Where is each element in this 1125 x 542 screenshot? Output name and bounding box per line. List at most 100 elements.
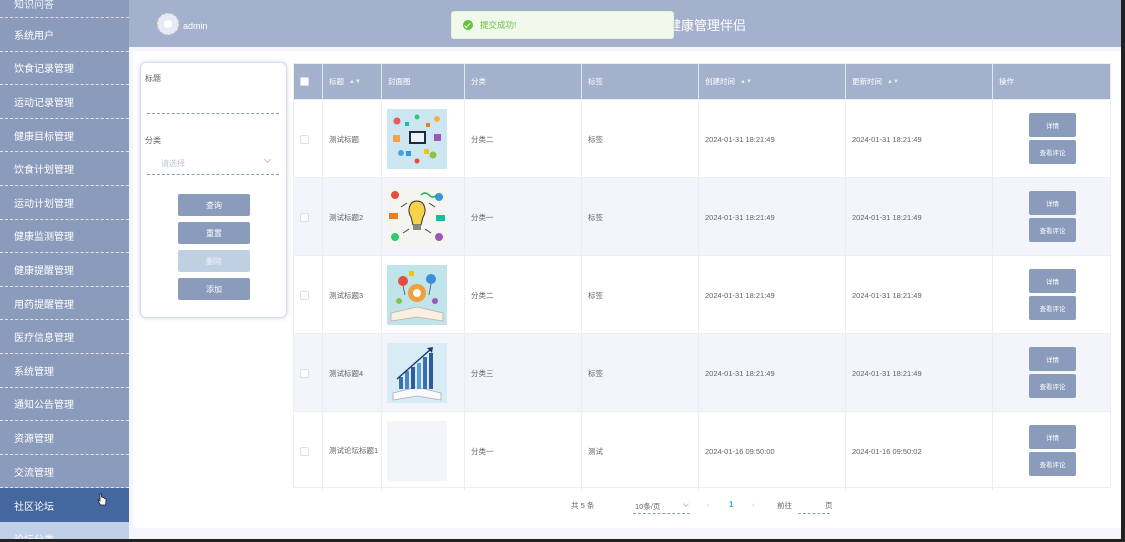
cover-image[interactable] xyxy=(387,343,447,403)
sidebar-item-health-monitoring[interactable]: 健康监测管理 xyxy=(0,220,129,254)
cell-actions xyxy=(993,100,1110,178)
cell-cover xyxy=(382,256,465,334)
cell-created: 2024-01-31 18:21:49 xyxy=(699,256,846,334)
header-select-all[interactable] xyxy=(294,64,323,99)
row-checkbox[interactable] xyxy=(300,290,309,300)
avatar[interactable] xyxy=(157,13,179,35)
sort-icon[interactable]: ▲▼ xyxy=(740,79,752,85)
cell-tag: 标签 xyxy=(582,256,699,334)
detail-button[interactable]: 详情 xyxy=(1029,269,1076,293)
table-row: 测试标题4 分类三 标签 2024-01-31 18:21:49 2024-01… xyxy=(294,333,1110,412)
cover-image[interactable] xyxy=(387,187,447,247)
page-size-select[interactable]: 10条/页 xyxy=(633,497,690,514)
view-comments-button[interactable]: 查看评论 xyxy=(1029,140,1076,164)
reset-button[interactable]: 重置 xyxy=(178,222,250,244)
table-row: 测试标题3 分类二 标签 2024-01-31 18:21:49 2024-01… xyxy=(294,255,1110,334)
cell-title: 测试标题4 xyxy=(323,334,382,412)
row-checkbox[interactable] xyxy=(300,212,309,222)
detail-button[interactable]: 详情 xyxy=(1029,191,1076,215)
category-select[interactable] xyxy=(147,174,279,175)
cell-tag: 标签 xyxy=(582,100,699,178)
sidebar-item-exercise-plans[interactable]: 运动计划管理 xyxy=(0,186,129,220)
sidebar-item-community-forum[interactable]: 社区论坛 xyxy=(0,488,129,522)
sidebar-item-resources[interactable]: 资源管理 xyxy=(0,421,129,455)
row-checkbox[interactable] xyxy=(300,368,309,378)
username[interactable]: admin xyxy=(183,21,208,31)
cell-cover xyxy=(382,412,465,490)
sidebar-item-exercise-records[interactable]: 运动记录管理 xyxy=(0,85,129,119)
sidebar-item-partial[interactable]: 知识问答 xyxy=(0,0,129,18)
cell-tag: 测试 xyxy=(582,412,699,490)
hand-cursor-icon xyxy=(97,493,107,506)
sidebar-menu: 知识问答 系统用户 饮食记录管理 运动记录管理 健康目标管理 饮食计划管理 运动… xyxy=(0,0,129,542)
header-created[interactable]: 创建时间 ▲▼ xyxy=(699,64,846,99)
row-checkbox[interactable] xyxy=(300,446,309,456)
system-title: 健康管理伴侣 xyxy=(668,18,747,33)
view-comments-button[interactable]: 查看评论 xyxy=(1029,374,1076,398)
chevron-down-icon xyxy=(263,155,272,164)
toast-message: 提交成功! xyxy=(480,20,517,30)
view-comments-button[interactable]: 查看评论 xyxy=(1029,452,1076,476)
cell-category: 分类一 xyxy=(465,178,582,256)
cover-image[interactable] xyxy=(387,265,447,325)
cover-image[interactable] xyxy=(387,109,447,169)
window-right-edge xyxy=(1121,0,1125,542)
query-button[interactable]: 查询 xyxy=(178,194,250,216)
sidebar-item-communication[interactable]: 交流管理 xyxy=(0,455,129,489)
sidebar-item-health-goals[interactable]: 健康目标管理 xyxy=(0,119,129,153)
next-page-icon[interactable]: › xyxy=(752,500,755,509)
cell-updated: 2024-01-31 18:21:49 xyxy=(846,178,993,256)
cell-title: 测试论坛标题1 xyxy=(323,412,382,490)
cell-created: 2024-01-31 18:21:49 xyxy=(699,178,846,256)
header-title[interactable]: 标题 ▲▼ xyxy=(323,64,382,99)
title-label: 标题 xyxy=(145,74,161,83)
header-updated[interactable]: 更新时间 ▲▼ xyxy=(846,64,993,99)
row-checkbox[interactable] xyxy=(300,134,309,144)
detail-button[interactable]: 详情 xyxy=(1029,425,1076,449)
cell-title: 测试标题 xyxy=(323,100,382,178)
category-label: 分类 xyxy=(145,136,161,145)
header-cover: 封面图 xyxy=(382,64,465,99)
cell-cover xyxy=(382,100,465,178)
sidebar-item-diet-plans[interactable]: 饮食计划管理 xyxy=(0,152,129,186)
cell-category: 分类二 xyxy=(465,256,582,334)
sidebar-item-announcements[interactable]: 通知公告管理 xyxy=(0,388,129,422)
cell-actions xyxy=(993,256,1110,334)
sidebar-item-diet-records[interactable]: 饮食记录管理 xyxy=(0,52,129,86)
sidebar-item-system-management[interactable]: 系统管理 xyxy=(0,354,129,388)
cover-image-placeholder[interactable] xyxy=(387,421,447,481)
view-comments-button[interactable]: 查看评论 xyxy=(1029,296,1076,320)
cell-actions xyxy=(993,178,1110,256)
add-button[interactable]: 添加 xyxy=(178,278,250,300)
detail-button[interactable]: 详情 xyxy=(1029,347,1076,371)
title-input[interactable] xyxy=(147,113,279,114)
cell-tag: 标签 xyxy=(582,178,699,256)
prev-page-icon[interactable]: ‹ xyxy=(707,500,710,509)
table-row: 测试论坛标题1 分类一 测试 2024-01-16 09:50:00 2024-… xyxy=(294,411,1110,490)
delete-button[interactable]: 删除 xyxy=(178,250,250,272)
cell-created: 2024-01-16 09:50:00 xyxy=(699,412,846,490)
cell-updated: 2024-01-31 18:21:49 xyxy=(846,100,993,178)
table-row: 测试标题2 分类一 标签 2024-01-31 18:21:49 2024-01… xyxy=(294,177,1110,256)
page-unit-label: 页 xyxy=(825,501,833,510)
cell-updated: 2024-01-31 18:21:49 xyxy=(846,334,993,412)
page-number-current[interactable]: 1 xyxy=(729,500,733,509)
select-all-checkbox[interactable] xyxy=(300,77,309,86)
sort-icon[interactable]: ▲▼ xyxy=(349,79,361,85)
view-comments-button[interactable]: 查看评论 xyxy=(1029,218,1076,242)
sidebar-item-system-users[interactable]: 系统用户 xyxy=(0,18,129,52)
sort-icon[interactable]: ▲▼ xyxy=(887,79,899,85)
cell-cover xyxy=(382,334,465,412)
chevron-down-icon xyxy=(683,501,689,507)
goto-label: 前往 xyxy=(777,501,792,510)
sidebar-item-medication-reminders[interactable]: 用药提醒管理 xyxy=(0,287,129,321)
sidebar-item-health-reminders[interactable]: 健康提醒管理 xyxy=(0,253,129,287)
cell-actions xyxy=(993,412,1110,490)
detail-button[interactable]: 详情 xyxy=(1029,113,1076,137)
data-table: 标题▲▼ 封面图 分类 标签 创建时间▲▼ 更新时间▲▼ 操作 测试标题 xyxy=(293,63,1111,490)
cell-tag: 标签 xyxy=(582,334,699,412)
sidebar-item-medical-info[interactable]: 医疗信息管理 xyxy=(0,320,129,354)
category-select-placeholder: 请选择 xyxy=(161,159,185,168)
cell-created: 2024-01-31 18:21:49 xyxy=(699,334,846,412)
cell-category: 分类三 xyxy=(465,334,582,412)
